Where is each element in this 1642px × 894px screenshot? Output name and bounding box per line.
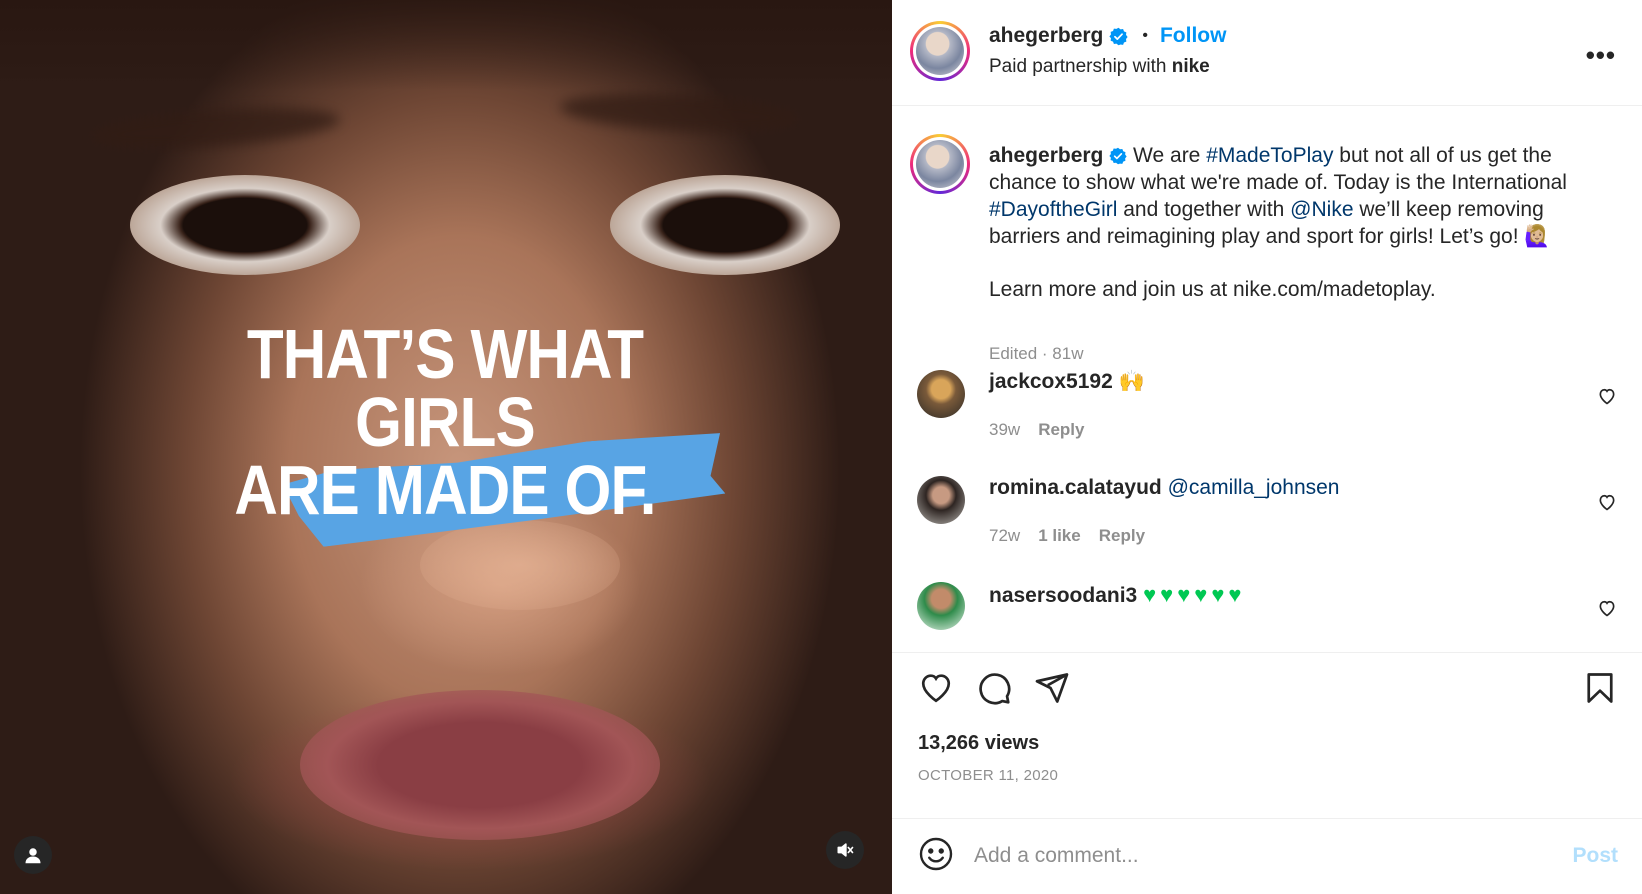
commenter-username[interactable]: jackcox5192	[989, 370, 1113, 393]
comment-input[interactable]	[974, 836, 1514, 876]
caption-avatar[interactable]	[910, 134, 970, 194]
comment-like-heart-icon[interactable]	[1597, 386, 1617, 406]
comment-composer: Post	[892, 820, 1642, 894]
post-header: ahegerberg • Follow Paid partnership wit…	[892, 0, 1642, 106]
comment-body: romina.calatayud @camilla_johnsen	[989, 476, 1340, 500]
share-icon[interactable]	[1034, 670, 1070, 706]
view-count[interactable]: 13,266 views	[918, 732, 1039, 755]
comment-icon[interactable]	[976, 670, 1012, 706]
author-row: ahegerberg • Follow	[989, 24, 1226, 48]
heart-icon[interactable]	[918, 670, 954, 706]
comment-item: jackcox5192 🙌 39w Reply	[910, 370, 1625, 450]
comment-mention-link[interactable]: @camilla_johnsen	[1168, 476, 1340, 499]
caption-timestamp: Edited · 81w	[989, 344, 1084, 363]
caption-text: ahegerberg We are #MadeToPlay but not al…	[989, 142, 1579, 303]
muted-speaker-icon	[837, 843, 854, 857]
reply-button[interactable]: Reply	[1099, 526, 1145, 546]
post-video[interactable]: THAT’S WHAT GIRLS ARE MADE OF.	[0, 0, 892, 894]
comment-like-heart-icon[interactable]	[1597, 598, 1617, 618]
mention-link[interactable]: @Nike	[1290, 198, 1353, 221]
video-headline: THAT’S WHAT GIRLS ARE MADE OF.	[234, 315, 656, 529]
emoji-icon[interactable]	[918, 836, 954, 872]
hashtag-link[interactable]: #MadeToPlay	[1206, 144, 1333, 167]
follow-button[interactable]: Follow	[1160, 24, 1227, 48]
user-icon	[25, 848, 41, 864]
more-options-icon[interactable]: •••	[1586, 40, 1616, 71]
comment-time: 72w	[989, 526, 1021, 545]
video-frame-detail	[300, 690, 660, 840]
post-comment-button[interactable]: Post	[1572, 844, 1618, 868]
caption-username[interactable]: ahegerberg	[989, 144, 1103, 167]
headline-line: THAT’S WHAT	[246, 315, 644, 393]
video-frame-detail	[420, 520, 620, 610]
separator-dot: •	[1142, 27, 1148, 44]
comment-body: jackcox5192 🙌	[989, 370, 1145, 394]
comment-item: nasersoodani3 ♥♥♥♥♥♥	[910, 582, 1625, 652]
video-frame-shadow	[0, 0, 892, 90]
video-frame-detail	[89, 101, 341, 155]
verified-badge-icon	[1109, 27, 1128, 45]
hashtag-link[interactable]: #DayoftheGirl	[989, 198, 1117, 221]
caption-segment: and together with	[1117, 198, 1291, 221]
caption-learn-more: Learn more and join us at nike.com/madet…	[989, 278, 1436, 301]
reply-button[interactable]: Reply	[1038, 420, 1084, 440]
comment-like-heart-icon[interactable]	[1597, 492, 1617, 512]
mute-toggle-button[interactable]	[826, 831, 864, 869]
post-details-panel: ahegerberg • Follow Paid partnership wit…	[892, 0, 1642, 894]
paid-partnership-label: Paid partnership with nike	[989, 56, 1210, 78]
comment-item: romina.calatayud @camilla_johnsen 72w 1 …	[910, 476, 1625, 556]
commenter-username[interactable]: romina.calatayud	[989, 476, 1162, 499]
verified-badge-icon	[1109, 147, 1127, 165]
commenter-avatar[interactable]	[917, 370, 965, 418]
comment-meta: 39w Reply	[989, 420, 1084, 440]
commenter-avatar[interactable]	[917, 582, 965, 630]
author-username[interactable]: ahegerberg	[989, 24, 1103, 48]
comment-text: 🙌	[1118, 370, 1145, 393]
author-avatar[interactable]	[910, 21, 970, 81]
comment-time: 39w	[989, 420, 1021, 439]
partnership-prefix: Paid partnership with	[989, 56, 1167, 77]
comments-list[interactable]: ahegerberg We are #MadeToPlay but not al…	[892, 107, 1642, 653]
post-actions: 13,266 views OCTOBER 11, 2020	[892, 654, 1642, 819]
tagged-users-button[interactable]	[14, 836, 52, 874]
video-frame-detail	[130, 175, 360, 275]
commenter-username[interactable]: nasersoodani3	[989, 584, 1137, 607]
caption-segment: We are	[1127, 144, 1207, 167]
commenter-avatar[interactable]	[917, 476, 965, 524]
comment-meta: 72w 1 like Reply	[989, 526, 1145, 546]
video-frame-detail	[610, 175, 840, 275]
video-frame-detail	[559, 88, 801, 138]
comment-text: ♥♥♥♥♥♥	[1143, 582, 1246, 607]
action-icons-group	[918, 670, 1070, 706]
bookmark-icon[interactable]	[1582, 670, 1618, 706]
comment-likes-count[interactable]: 1 like	[1038, 526, 1081, 546]
headline-line: ARE MADE OF.	[234, 451, 656, 529]
headline-line: GIRLS	[355, 383, 536, 461]
post-date[interactable]: OCTOBER 11, 2020	[918, 767, 1058, 784]
partner-link[interactable]: nike	[1172, 56, 1210, 77]
comment-body: nasersoodani3 ♥♥♥♥♥♥	[989, 582, 1245, 608]
